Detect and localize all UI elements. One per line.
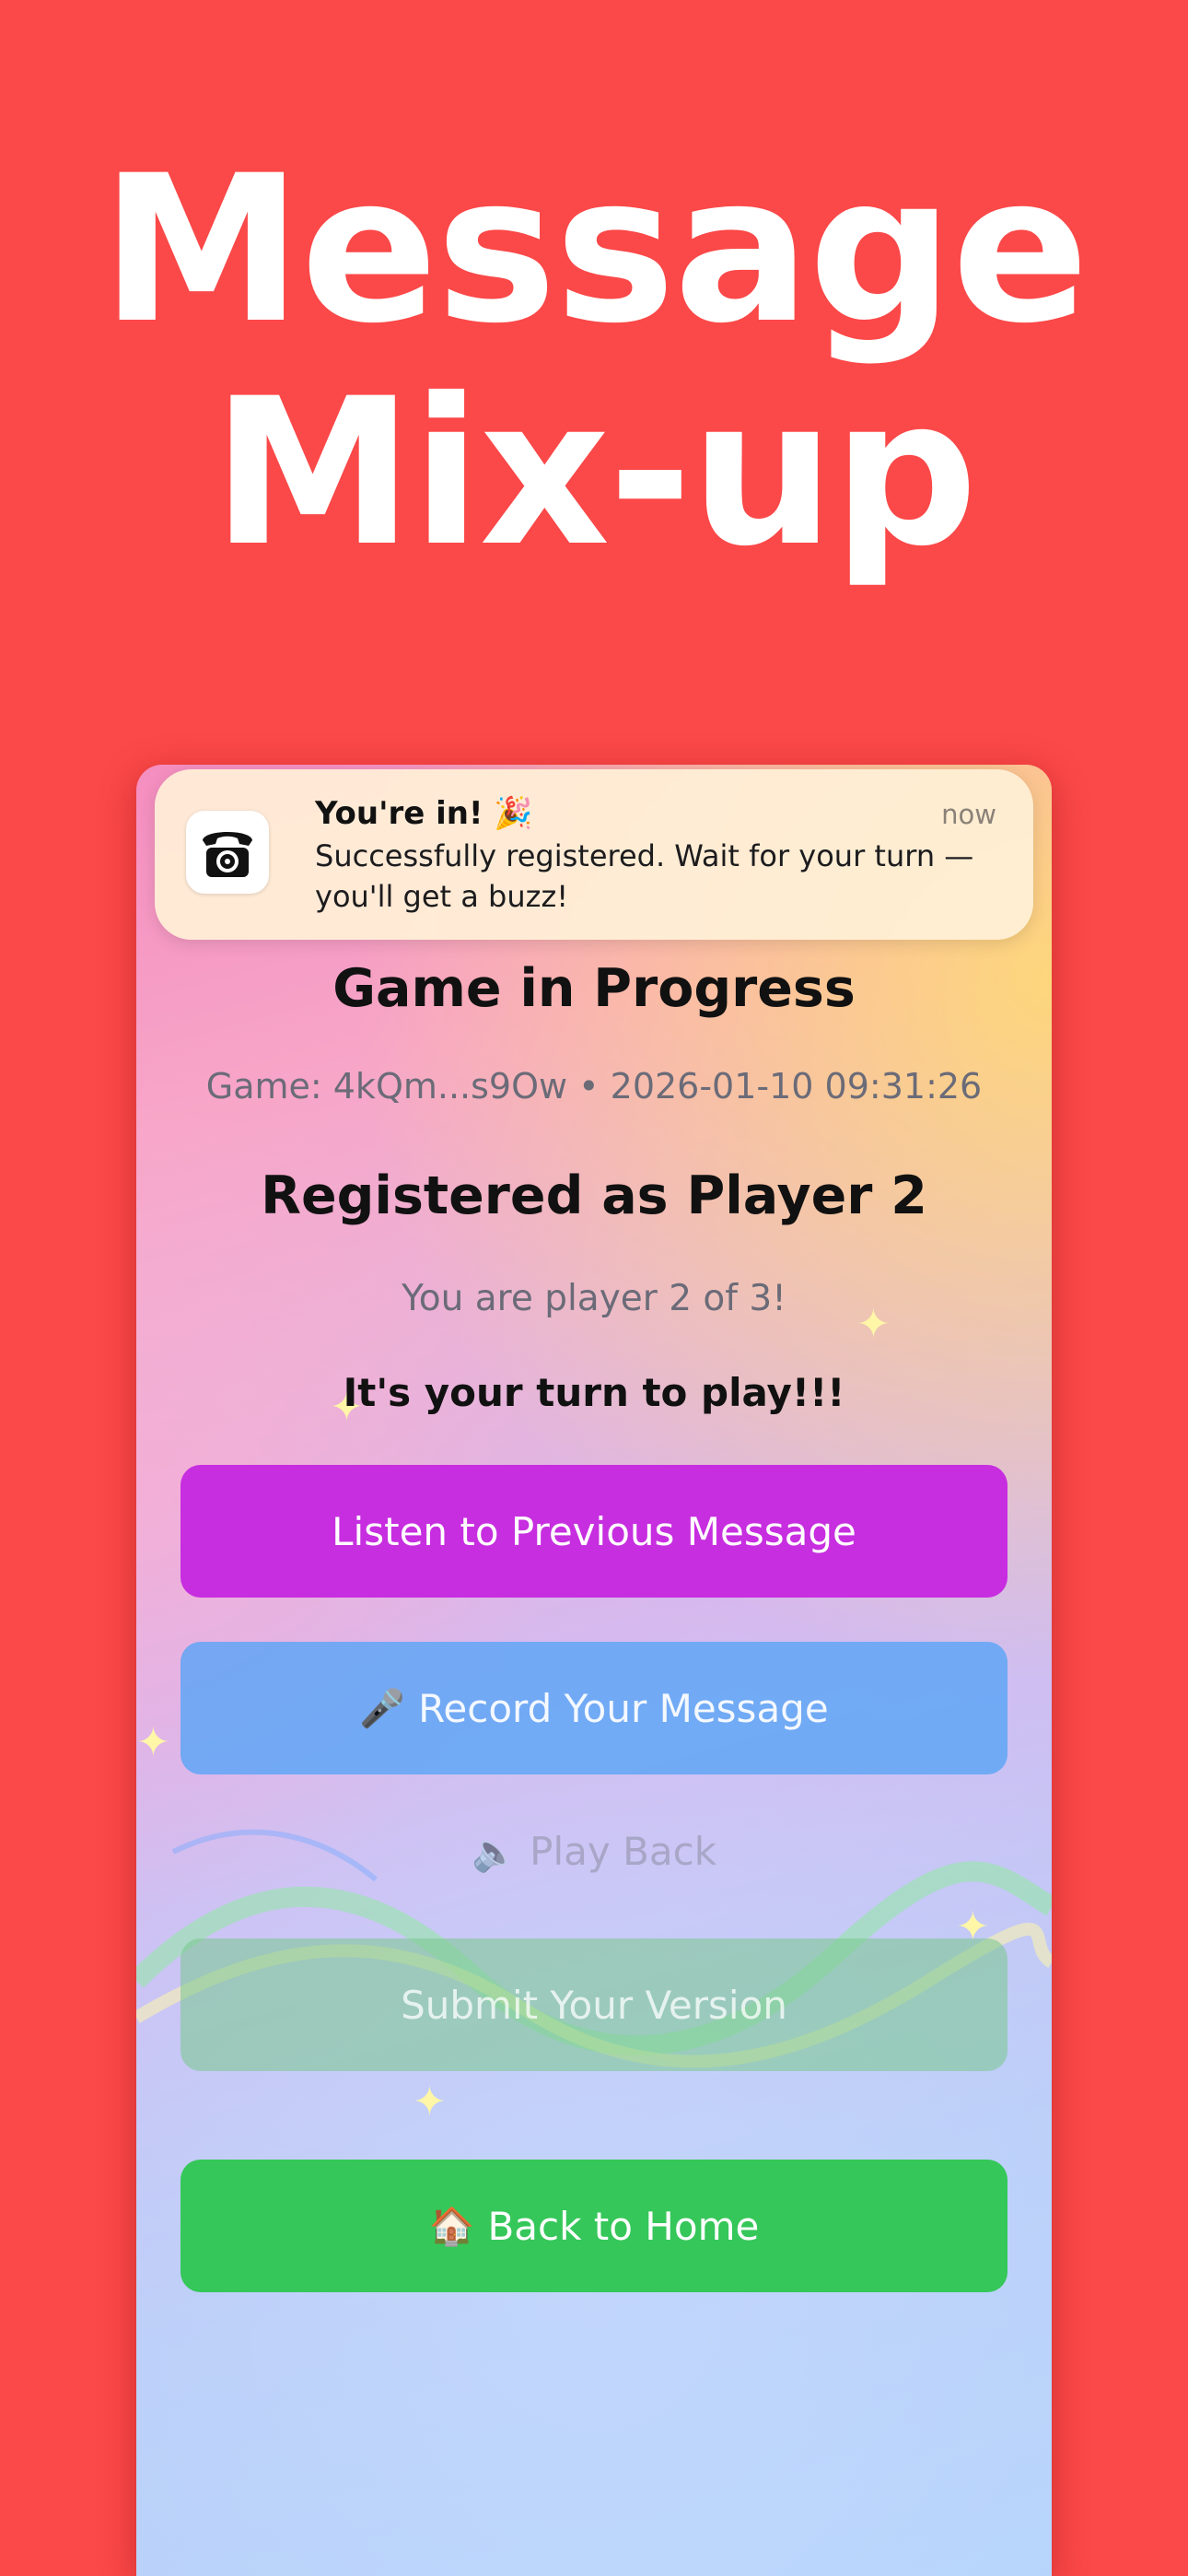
game-meta: Game: 4kQm...s9Ow • 2026-01-10 09:31:26 bbox=[205, 1066, 983, 1107]
record-message-button[interactable]: 🎤 Record Your Message bbox=[181, 1642, 1007, 1774]
notification-body: Successfully registered. Wait for your t… bbox=[315, 838, 974, 914]
home-button-label: Back to Home bbox=[487, 2203, 760, 2249]
hero-title-line1: Message bbox=[100, 132, 1089, 368]
speaker-icon: 🔈 bbox=[471, 1832, 518, 1874]
notification-title: You're in! 🎉 bbox=[315, 795, 533, 832]
listen-previous-button[interactable]: Listen to Previous Message bbox=[181, 1465, 1007, 1598]
play-back-label: Play Back bbox=[530, 1829, 717, 1874]
play-back-button[interactable]: 🔈 Play Back bbox=[136, 1829, 1052, 1874]
submit-version-button[interactable]: Submit Your Version bbox=[181, 1938, 1007, 2071]
notification-time: now bbox=[941, 799, 996, 830]
sparkle-decoration: ✦ bbox=[136, 1719, 170, 1766]
microphone-icon: 🎤 bbox=[359, 1687, 406, 1730]
back-home-button[interactable]: 🏠 Back to Home bbox=[181, 2160, 1007, 2292]
record-button-label: Record Your Message bbox=[418, 1685, 829, 1731]
sparkle-decoration: ✦ bbox=[413, 2078, 447, 2125]
phone-screen: ✦ ✦ ✦ ✦ ✦ You're in! 🎉 now Successfully … bbox=[136, 765, 1052, 2576]
hero-title-line2: Mix-up bbox=[212, 355, 978, 591]
hero-title: Message Mix-up bbox=[0, 138, 1188, 584]
page-title: Game in Progress bbox=[332, 958, 856, 1019]
turn-status: It's your turn to play!!! bbox=[343, 1370, 845, 1415]
house-icon: 🏠 bbox=[428, 2205, 475, 2248]
player-info: You are player 2 of 3! bbox=[402, 1278, 786, 1319]
listen-button-label: Listen to Previous Message bbox=[332, 1508, 856, 1554]
registered-title: Registered as Player 2 bbox=[261, 1165, 927, 1226]
notification-banner[interactable]: You're in! 🎉 now Successfully registered… bbox=[155, 769, 1033, 940]
telephone-icon bbox=[186, 811, 269, 894]
submit-button-label: Submit Your Version bbox=[401, 1982, 787, 2028]
